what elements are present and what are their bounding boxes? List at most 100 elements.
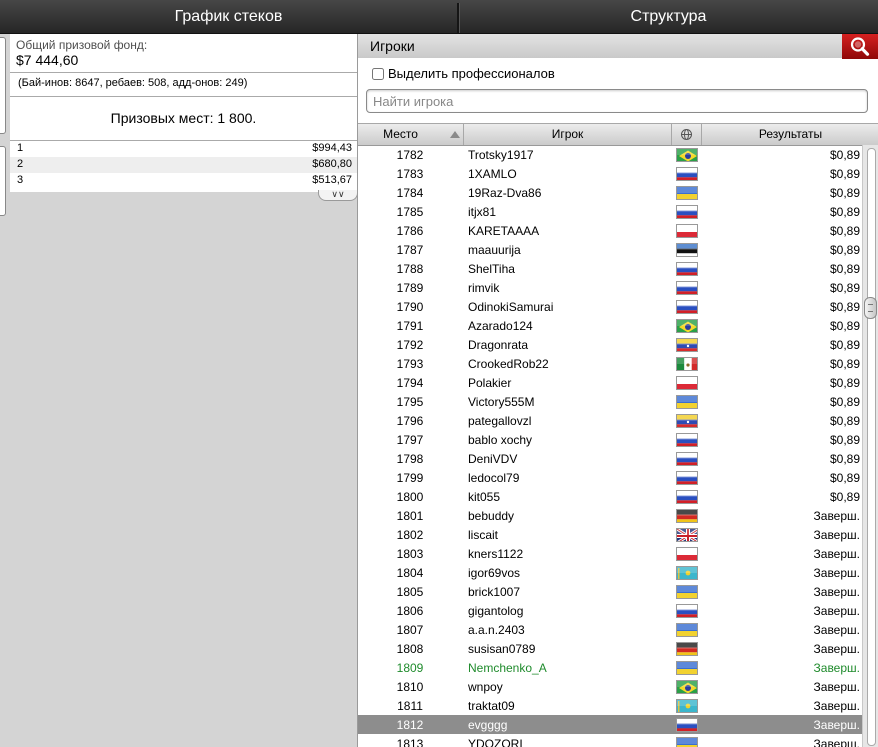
table-row-selected[interactable]: 1812 evgggg Заверш. bbox=[358, 715, 863, 734]
table-row[interactable]: 1807 a.a.n.2403 Заверш. bbox=[358, 620, 863, 639]
table-row[interactable]: 1793 CrookedRob22 $0,89 bbox=[358, 354, 863, 373]
table-row[interactable]: 1783 1XAMLO $0,89 bbox=[358, 164, 863, 183]
player-search-box[interactable] bbox=[366, 89, 868, 113]
row-player-name: Dragonrata bbox=[468, 338, 529, 352]
table-row[interactable]: 1782 Trotsky1917 $0,89 bbox=[358, 145, 863, 164]
ukraine-flag-icon bbox=[676, 737, 698, 747]
row-place: 1796 bbox=[396, 414, 424, 428]
row-player-name: liscait bbox=[468, 528, 499, 542]
table-row[interactable]: 1786 KARETAAAA $0,89 bbox=[358, 221, 863, 240]
table-row[interactable]: 1787 maauurija $0,89 bbox=[358, 240, 863, 259]
players-panel: Игроки Выделить профессионалов Место Игр… bbox=[357, 34, 878, 747]
scroll-track[interactable] bbox=[867, 148, 876, 746]
table-row[interactable]: 1785 itjx81 $0,89 bbox=[358, 202, 863, 221]
table-row[interactable]: 1797 bablo xochy $0,89 bbox=[358, 430, 863, 449]
table-row[interactable]: 1804 igor69vos Заверш. bbox=[358, 563, 863, 582]
table-row[interactable]: 1796 pategallovzl $0,89 bbox=[358, 411, 863, 430]
row-player-name: ledocol79 bbox=[468, 471, 520, 485]
scroll-thumb[interactable] bbox=[864, 297, 877, 319]
tab-structure[interactable]: Структура bbox=[459, 0, 878, 33]
row-result: Заверш. bbox=[813, 661, 860, 675]
tab-stack-chart[interactable]: График стеков bbox=[0, 0, 457, 33]
search-players-button[interactable] bbox=[842, 34, 878, 59]
table-row[interactable]: 1792 Dragonrata $0,89 bbox=[358, 335, 863, 354]
row-player-name: rimvik bbox=[468, 281, 500, 295]
table-row[interactable]: 1791 Azarado124 $0,89 bbox=[358, 316, 863, 335]
uk-flag-icon bbox=[676, 528, 698, 542]
row-player-name: ShelTiha bbox=[468, 262, 515, 276]
row-result: $0,89 bbox=[829, 205, 860, 219]
russia-flag-icon bbox=[676, 718, 698, 732]
prize-pool-value: $7 444,60 bbox=[16, 52, 79, 68]
row-player-name: susisan0789 bbox=[468, 642, 536, 656]
row-result: $0,89 bbox=[829, 148, 860, 162]
row-result: Заверш. bbox=[813, 623, 860, 637]
table-row[interactable]: 1810 wnpoy Заверш. bbox=[358, 677, 863, 696]
row-place: 1782 bbox=[396, 148, 424, 162]
russia-flag-icon bbox=[676, 281, 698, 295]
collapsed-panel-handle[interactable] bbox=[0, 146, 6, 216]
table-row[interactable]: 1808 susisan0789 Заверш. bbox=[358, 639, 863, 658]
column-place[interactable]: Место bbox=[358, 124, 464, 145]
payout-amount: $513,67 bbox=[312, 174, 352, 186]
column-results[interactable]: Результаты bbox=[702, 124, 878, 145]
column-country[interactable] bbox=[672, 124, 702, 145]
row-place: 1805 bbox=[396, 585, 424, 599]
table-row[interactable]: 1800 kit055 $0,89 bbox=[358, 487, 863, 506]
table-row[interactable]: 1798 DeniVDV $0,89 bbox=[358, 449, 863, 468]
russia-flag-icon bbox=[676, 490, 698, 504]
table-row[interactable]: 1789 rimvik $0,89 bbox=[358, 278, 863, 297]
row-result: Заверш. bbox=[813, 699, 860, 713]
row-result: Заверш. bbox=[813, 547, 860, 561]
table-row[interactable]: 1806 gigantolog Заверш. bbox=[358, 601, 863, 620]
row-player-name: CrookedRob22 bbox=[468, 357, 549, 371]
row-place: 1802 bbox=[396, 528, 424, 542]
row-place: 1808 bbox=[396, 642, 424, 656]
row-place: 1812 bbox=[396, 718, 424, 732]
payout-row: 1 $994,43 bbox=[10, 141, 357, 157]
row-player-name: pategallovzl bbox=[468, 414, 532, 428]
table-row[interactable]: 1802 liscait Заверш. bbox=[358, 525, 863, 544]
row-place: 1798 bbox=[396, 452, 424, 466]
table-row[interactable]: 1795 Victory555M $0,89 bbox=[358, 392, 863, 411]
row-place: 1786 bbox=[396, 224, 424, 238]
column-player[interactable]: Игрок bbox=[464, 124, 672, 145]
table-row[interactable]: 1811 traktat09 Заверш. bbox=[358, 696, 863, 715]
table-header: Место Игрок Результаты bbox=[358, 123, 878, 146]
russia-flag-icon bbox=[676, 262, 698, 276]
player-search-input[interactable] bbox=[373, 91, 863, 111]
table-row[interactable]: 1794 Polakier $0,89 bbox=[358, 373, 863, 392]
row-place: 1795 bbox=[396, 395, 424, 409]
brazil-flag-icon bbox=[676, 148, 698, 162]
row-result: $0,89 bbox=[829, 471, 860, 485]
row-place: 1804 bbox=[396, 566, 424, 580]
row-place: 1810 bbox=[396, 680, 424, 694]
row-result: $0,89 bbox=[829, 338, 860, 352]
double-chevron-down-icon[interactable]: ∨∨ bbox=[318, 190, 358, 201]
highlight-pros-option[interactable]: Выделить профессионалов bbox=[372, 66, 555, 81]
row-place: 1800 bbox=[396, 490, 424, 504]
ukraine-flag-icon bbox=[676, 395, 698, 409]
russia-flag-icon bbox=[676, 452, 698, 466]
players-scrollbar[interactable] bbox=[862, 145, 878, 747]
column-player-label: Игрок bbox=[551, 127, 584, 141]
globe-icon bbox=[681, 129, 692, 140]
table-row[interactable]: 1805 brick1007 Заверш. bbox=[358, 582, 863, 601]
table-row[interactable]: 1809 Nemchenko_A Заверш. bbox=[358, 658, 863, 677]
row-result: Заверш. bbox=[813, 509, 860, 523]
table-row[interactable]: 1790 OdinokiSamurai $0,89 bbox=[358, 297, 863, 316]
ukraine-flag-icon bbox=[676, 623, 698, 637]
table-row[interactable]: 1801 bebuddy Заверш. bbox=[358, 506, 863, 525]
table-row[interactable]: 1799 ledocol79 $0,89 bbox=[358, 468, 863, 487]
highlight-pros-checkbox[interactable] bbox=[372, 68, 384, 80]
row-place: 1794 bbox=[396, 376, 424, 390]
table-row[interactable]: 1784 19Raz-Dva86 $0,89 bbox=[358, 183, 863, 202]
players-header: Игроки bbox=[358, 34, 878, 58]
table-row[interactable]: 1788 ShelTiha $0,89 bbox=[358, 259, 863, 278]
germany-flag-icon bbox=[676, 509, 698, 523]
table-row[interactable]: 1813 YDOZORI Заверш. bbox=[358, 734, 863, 747]
column-results-label: Результаты bbox=[758, 127, 823, 141]
table-row[interactable]: 1803 kners1122 Заверш. bbox=[358, 544, 863, 563]
paid-places: Призовых мест: 1 800. bbox=[110, 110, 257, 126]
collapsed-panel-handle[interactable] bbox=[0, 37, 6, 134]
